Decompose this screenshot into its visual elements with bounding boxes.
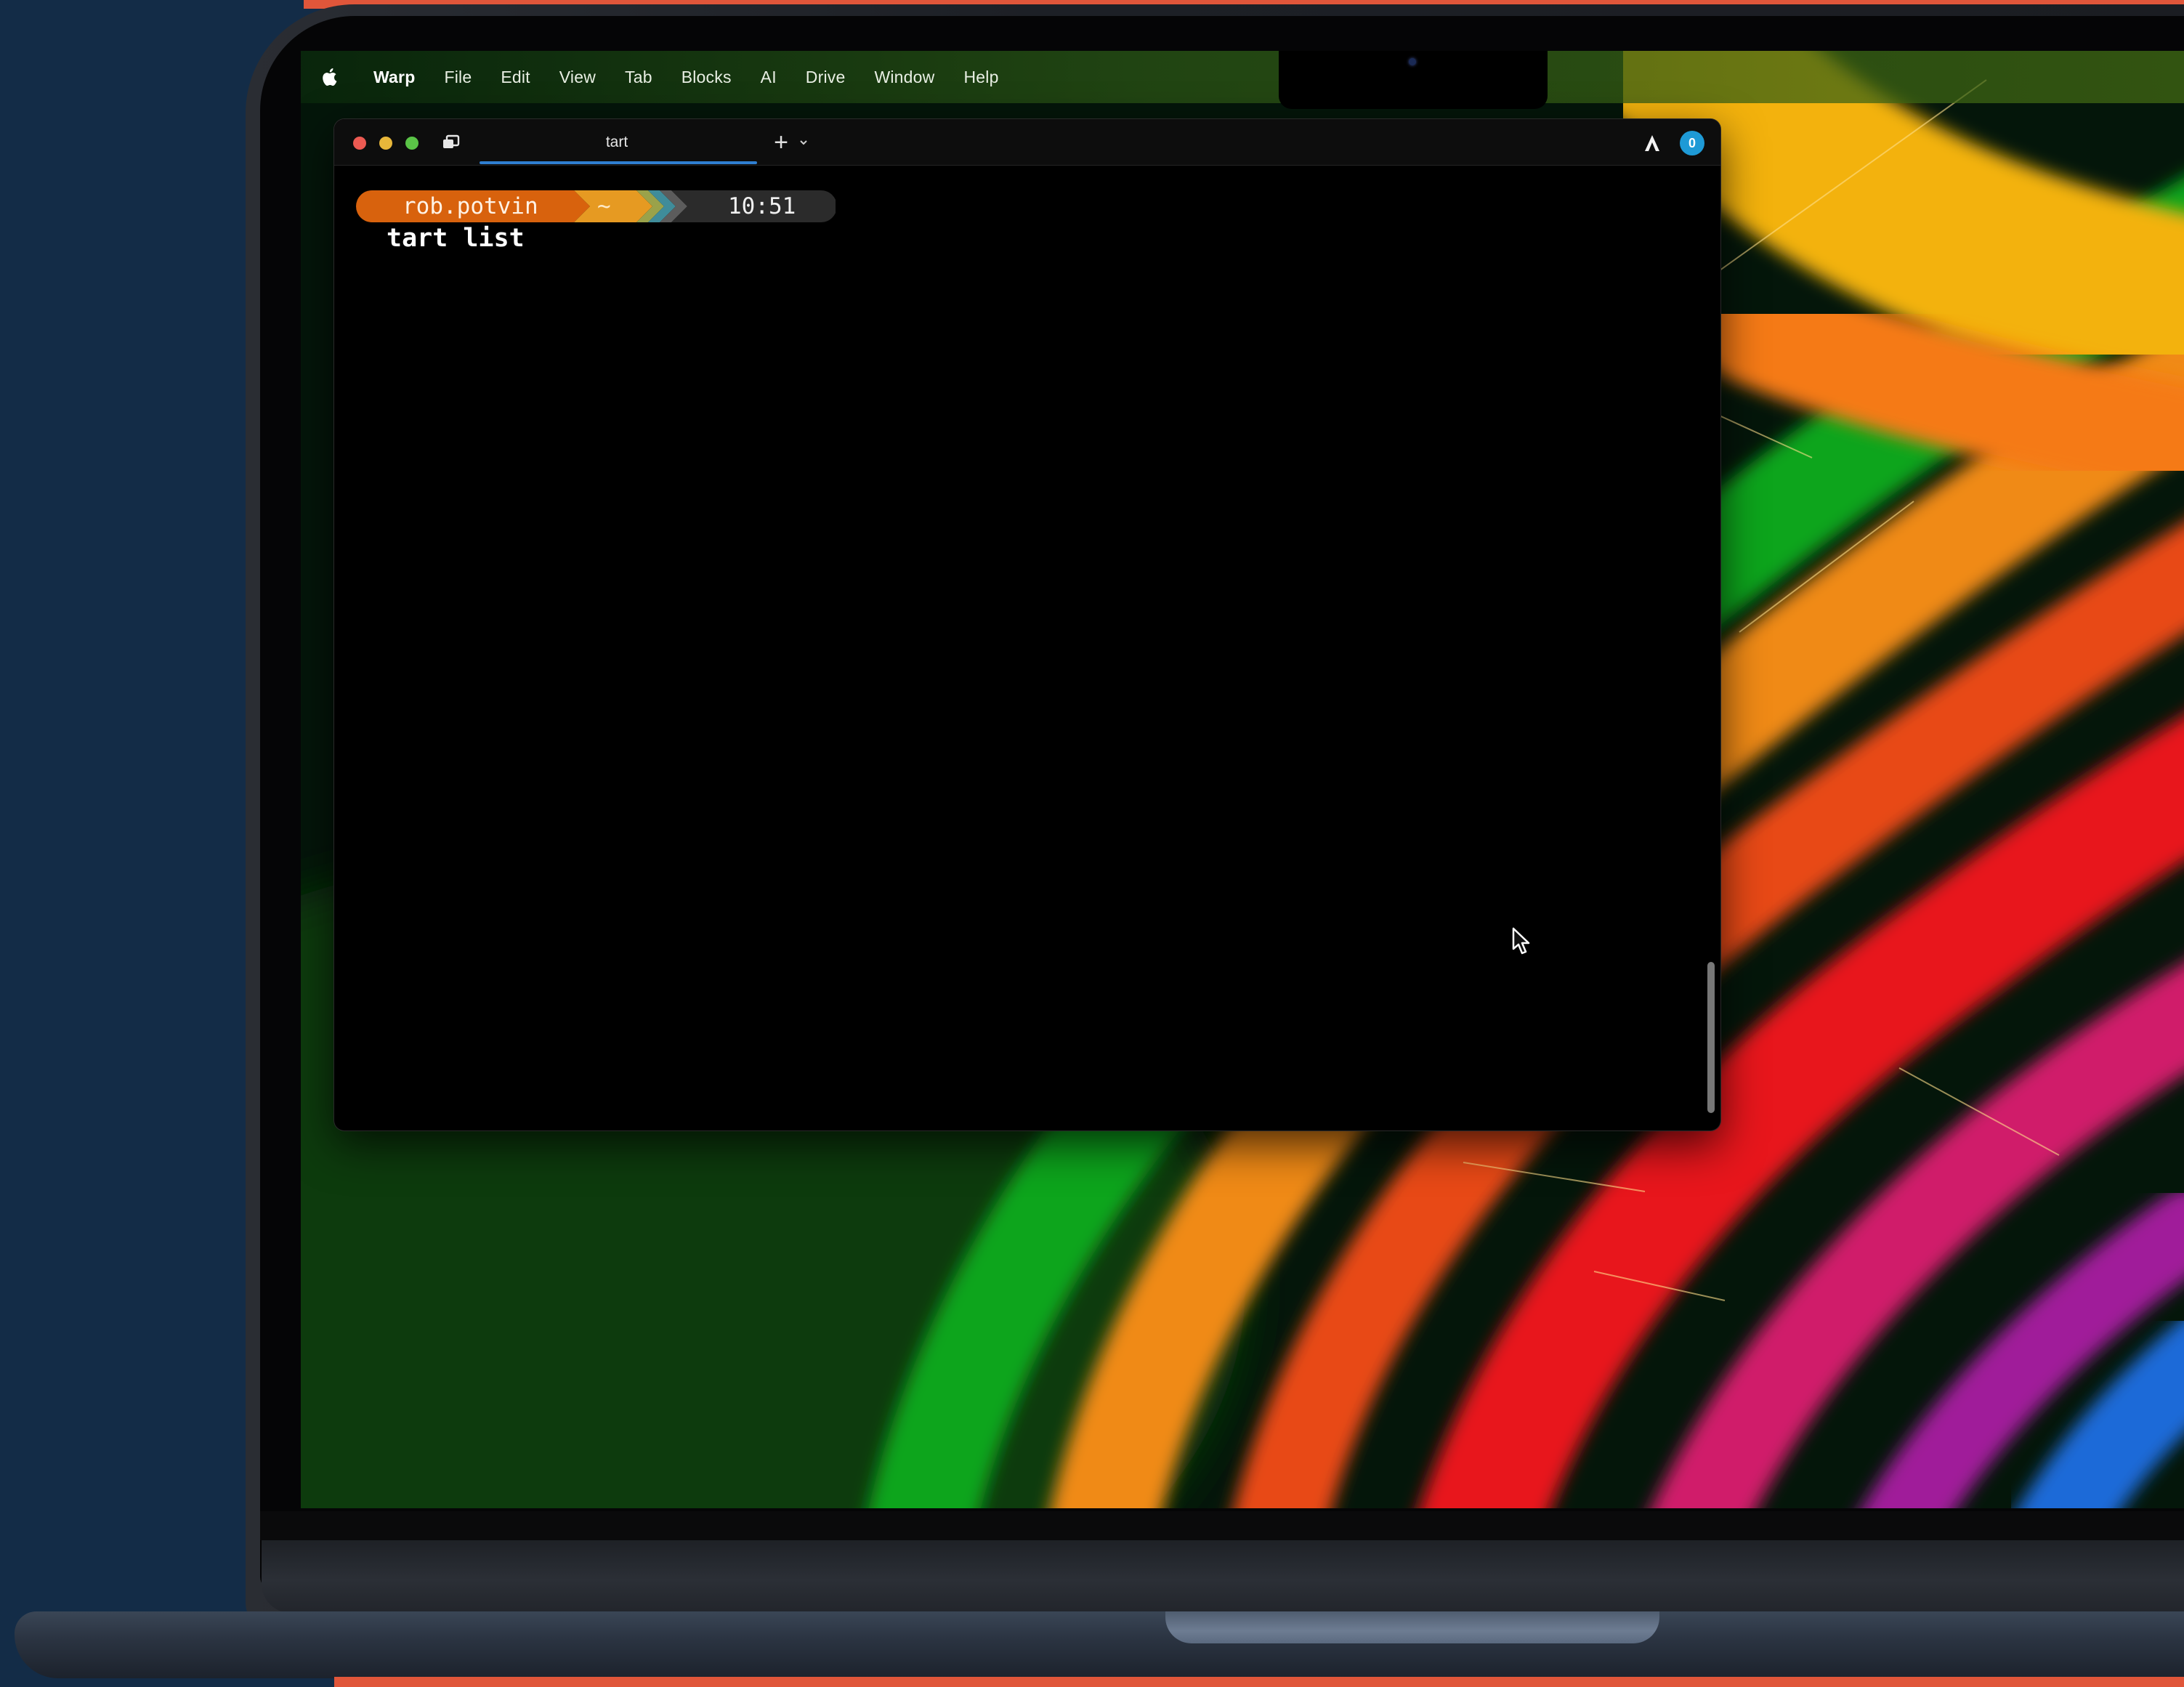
warp-logo-icon[interactable]: [1642, 132, 1662, 154]
menu-item-edit[interactable]: Edit: [501, 68, 530, 87]
mouse-cursor-icon: [1511, 927, 1533, 956]
tab-tart[interactable]: tart: [477, 119, 757, 166]
laptop-base: [15, 1611, 2184, 1678]
chevron-down-icon[interactable]: [796, 135, 811, 150]
terminal-window[interactable]: tart + 0 rob.potvin ~ 10:51 tart list: [334, 119, 1720, 1130]
minimize-window-button[interactable]: [379, 137, 392, 150]
terminal-command-input[interactable]: tart list: [387, 224, 525, 253]
screen-chin: [260, 1511, 2184, 1540]
close-window-button[interactable]: [353, 137, 366, 150]
menu-item-view[interactable]: View: [559, 68, 596, 87]
title-bar[interactable]: tart + 0: [334, 119, 1720, 166]
prompt-user: rob.potvin: [403, 193, 538, 219]
menu-item-drive[interactable]: Drive: [806, 68, 846, 87]
accent-strip-bottom: [334, 1677, 2184, 1687]
desktop-screen: Warp File Edit View Tab Blocks AI Drive …: [301, 51, 2184, 1508]
scrollbar-thumb[interactable]: [1707, 962, 1715, 1113]
shell-prompt: rob.potvin ~ 10:51: [356, 190, 836, 222]
menu-item-help[interactable]: Help: [963, 68, 998, 87]
menu-item-file[interactable]: File: [444, 68, 472, 87]
laptop-lip-notch: [1165, 1611, 1659, 1643]
menu-item-tab[interactable]: Tab: [625, 68, 652, 87]
avatar[interactable]: 0: [1680, 131, 1704, 155]
active-tab-indicator: [480, 161, 757, 164]
menu-bar: Warp File Edit View Tab Blocks AI Drive …: [301, 51, 2184, 103]
menu-item-ai[interactable]: AI: [761, 68, 777, 87]
tab-label: tart: [605, 134, 628, 150]
prompt-directory: ~: [597, 193, 611, 219]
menu-item-window[interactable]: Window: [874, 68, 934, 87]
menu-item-blocks[interactable]: Blocks: [682, 68, 732, 87]
camera-dot: [1409, 58, 1416, 65]
new-tab-button[interactable]: +: [770, 128, 792, 157]
split-pane-icon[interactable]: [442, 134, 461, 151]
stage: Warp File Edit View Tab Blocks AI Drive …: [0, 0, 2184, 1687]
apple-logo-icon[interactable]: [320, 65, 341, 89]
menu-item-warp[interactable]: Warp: [373, 68, 415, 87]
laptop-hinge: [262, 1540, 2184, 1613]
prompt-time: 10:51: [728, 193, 796, 219]
zoom-window-button[interactable]: [405, 137, 418, 150]
